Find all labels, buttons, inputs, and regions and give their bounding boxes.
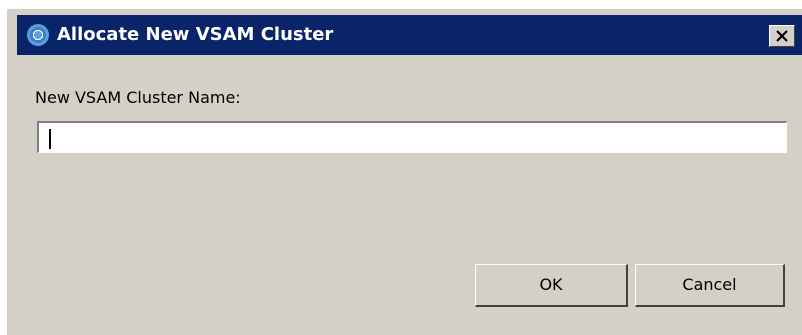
ok-button[interactable]: OK [475, 264, 628, 307]
window-title: Allocate New VSAM Cluster [57, 24, 334, 45]
close-button[interactable] [769, 25, 795, 47]
background-window-edge [0, 0, 802, 8]
cluster-name-label: New VSAM Cluster Name: [35, 88, 241, 107]
text-caret [49, 129, 51, 149]
title-bar[interactable]: Allocate New VSAM Cluster [17, 15, 802, 55]
app-ring-icon [27, 24, 49, 46]
screen: Allocate New VSAM Cluster New VSAM Clust… [0, 0, 802, 335]
close-icon [776, 30, 788, 42]
cancel-button[interactable]: Cancel [635, 264, 785, 307]
allocate-cluster-dialog: Allocate New VSAM Cluster New VSAM Clust… [6, 8, 802, 335]
cluster-name-input[interactable] [37, 121, 787, 153]
